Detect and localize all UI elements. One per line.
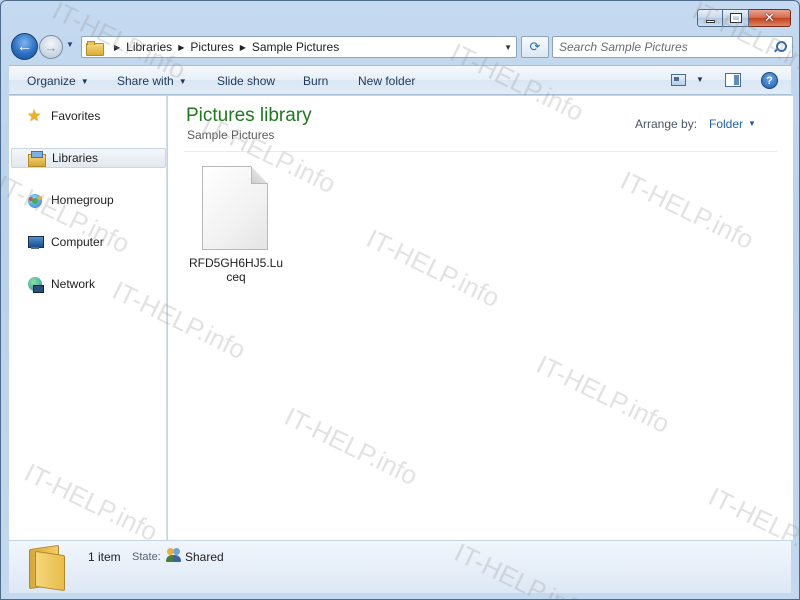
back-arrow-icon: ← [16, 37, 33, 55]
homegroup-icon [27, 192, 43, 208]
burn-label: Burn [303, 74, 329, 88]
breadcrumb-chevron-icon[interactable]: ▶ [178, 43, 184, 52]
chevron-down-icon: ▼ [178, 77, 187, 86]
file-item[interactable]: RFD5GH6HJ5.Luceq [188, 163, 284, 287]
item-count: 1 item [88, 550, 121, 564]
forward-arrow-icon: → [44, 39, 58, 55]
preview-pane-icon[interactable] [725, 73, 741, 87]
back-button[interactable]: ← [11, 33, 38, 60]
details-pane: 1 item State: Shared [9, 540, 791, 593]
star-icon: ★ [27, 106, 42, 125]
content-pane: Pictures library Sample Pictures Arrange… [168, 96, 793, 540]
library-title: Pictures library [186, 105, 312, 126]
divider [184, 151, 777, 152]
help-icon[interactable]: ? [761, 72, 778, 89]
nav-item-libraries[interactable]: Libraries [11, 148, 166, 168]
address-bar[interactable]: ▶ Libraries ▶ Pictures ▶ Sample Pictures… [81, 36, 517, 58]
breadcrumb-pictures[interactable]: Pictures [190, 40, 233, 54]
organize-button[interactable]: Organize ▼ [27, 74, 89, 88]
organize-label: Organize [27, 74, 76, 88]
share-with-label: Share with [117, 74, 174, 88]
arrange-by-label: Arrange by: [635, 117, 698, 131]
nav-item-network[interactable]: Network [11, 274, 166, 294]
library-subtitle: Sample Pictures [187, 128, 275, 142]
nav-item-homegroup[interactable]: Homegroup [11, 190, 166, 210]
folder-icon [27, 544, 67, 592]
minimize-icon [705, 19, 715, 23]
maximize-button[interactable] [723, 9, 749, 27]
search-box[interactable] [552, 36, 793, 58]
breadcrumb-sample-pictures[interactable]: Sample Pictures [252, 40, 339, 54]
chevron-down-icon[interactable]: ▼ [748, 119, 756, 128]
libraries-icon [28, 150, 46, 167]
change-view-icon[interactable] [671, 74, 686, 86]
chevron-down-icon: ▼ [80, 77, 89, 86]
file-name: RFD5GH6HJ5.Luceq [188, 256, 284, 284]
navigation-bar: ← → ▼ ▶ Libraries ▶ Pictures ▶ Sample Pi… [9, 33, 793, 61]
nav-item-favorites[interactable]: ★ Favorites [11, 106, 166, 126]
nav-item-label: Computer [51, 235, 104, 249]
burn-button[interactable]: Burn [303, 74, 328, 88]
folder-front [35, 550, 65, 592]
breadcrumb-chevron-icon[interactable]: ▶ [114, 43, 120, 52]
explorer-window: ✕ ← → ▼ ▶ Libraries ▶ Pictures ▶ Sample … [0, 0, 800, 600]
nav-item-label: Network [51, 277, 96, 291]
new-folder-label: New folder [358, 74, 416, 88]
share-with-button[interactable]: Share with ▼ [117, 74, 187, 88]
recent-pages-dropdown[interactable]: ▼ [66, 40, 76, 50]
state-value: Shared [185, 550, 224, 564]
arrange-by-dropdown[interactable]: Folder [709, 117, 743, 131]
caption-buttons: ✕ [697, 9, 791, 27]
breadcrumb-chevron-icon[interactable]: ▶ [240, 43, 246, 52]
restore-icon [729, 13, 742, 23]
nav-item-label: Homegroup [51, 193, 114, 207]
view-options-dropdown-icon[interactable]: ▼ [696, 75, 704, 84]
nav-item-label: Libraries [52, 151, 99, 165]
network-icon [27, 276, 44, 293]
refresh-icon: ⟳ [529, 39, 541, 54]
nav-item-label: Favorites [51, 109, 101, 123]
shared-users-icon [166, 547, 182, 563]
navigation-pane: ★ Favorites Libraries Homegroup Computer… [9, 96, 167, 540]
search-icon[interactable] [773, 40, 787, 54]
close-button[interactable]: ✕ [749, 9, 791, 27]
minimize-button[interactable] [697, 9, 723, 27]
slide-show-button[interactable]: Slide show [217, 74, 275, 88]
forward-button[interactable]: → [39, 35, 63, 59]
search-input[interactable] [559, 40, 759, 54]
address-history-dropdown-icon[interactable]: ▼ [504, 43, 512, 52]
breadcrumb-libraries[interactable]: Libraries [126, 40, 172, 54]
nav-item-computer[interactable]: Computer [11, 232, 166, 252]
folder-icon [86, 40, 104, 56]
computer-icon [27, 234, 44, 250]
new-folder-button[interactable]: New folder [358, 74, 415, 88]
generic-file-icon [202, 166, 268, 250]
state-label: State: [132, 551, 161, 563]
close-icon: ✕ [764, 10, 775, 26]
command-bar: Organize ▼ Share with ▼ Slide show Burn Ne… [9, 65, 791, 95]
refresh-button[interactable]: ⟳ [521, 36, 549, 58]
slide-show-label: Slide show [217, 74, 276, 88]
